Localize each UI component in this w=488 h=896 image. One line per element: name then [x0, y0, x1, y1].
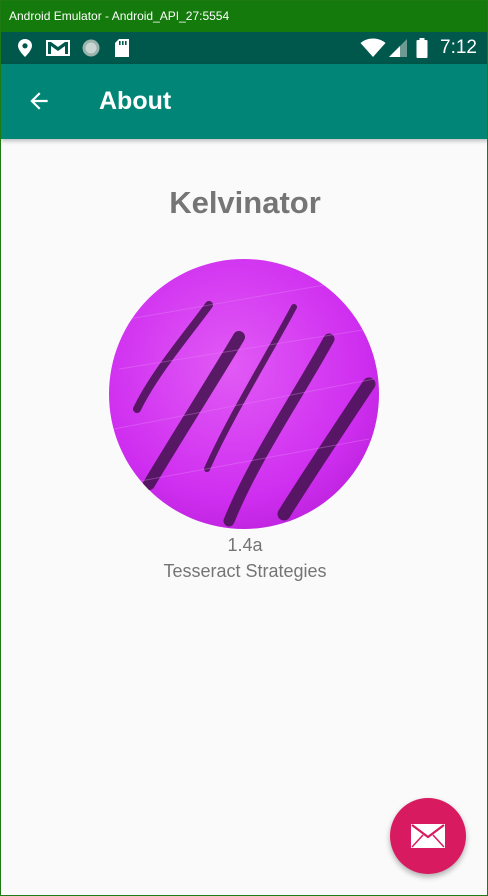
app-version: 1.4a: [227, 535, 263, 555]
page-title: About: [99, 87, 172, 115]
back-button[interactable]: [19, 81, 59, 121]
emulator-title-bar[interactable]: Android Emulator - Android_API_27:5554: [1, 1, 487, 32]
email-icon: [411, 824, 445, 848]
emulator-window: Android Emulator - Android_API_27:5554 7…: [0, 0, 488, 896]
about-content: Kelvinator 1.4a Tesseract Strategies: [1, 139, 487, 895]
location-icon: [18, 39, 32, 57]
email-fab-button[interactable]: [390, 798, 466, 874]
status-time: 7:12: [440, 37, 477, 58]
sync-circle-icon: [82, 39, 100, 57]
sd-card-icon: [115, 39, 129, 57]
status-bar: 7:12: [1, 32, 487, 64]
app-name: Kelvinator: [169, 185, 321, 220]
app-bar: About: [1, 64, 487, 139]
signal-icon: [389, 39, 407, 57]
company-name: Tesseract Strategies: [163, 561, 327, 581]
gmail-icon: [46, 40, 70, 56]
arrow-back-icon: [30, 92, 48, 110]
emulator-title: Android Emulator - Android_API_27:5554: [9, 9, 230, 23]
battery-icon: [416, 38, 428, 58]
wifi-icon: [360, 38, 386, 57]
kelvinator-logo: [109, 259, 379, 529]
